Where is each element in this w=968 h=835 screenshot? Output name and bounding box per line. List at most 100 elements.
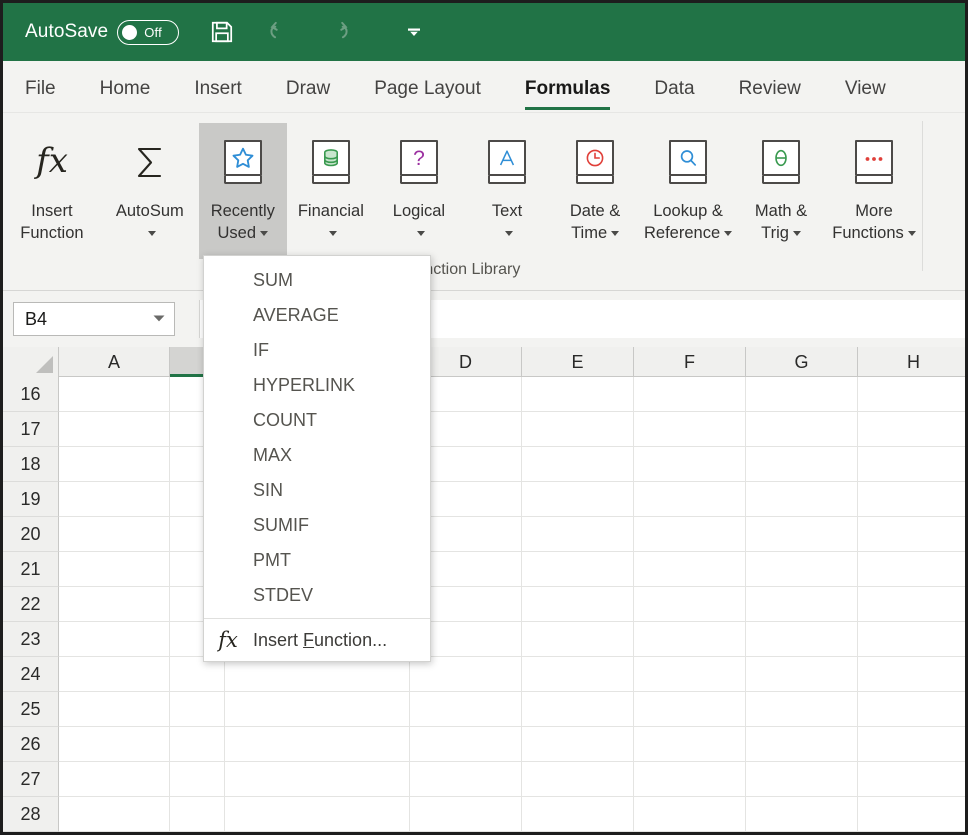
row-header-17[interactable]: 17: [3, 412, 59, 447]
row-header-26[interactable]: 26: [3, 727, 59, 762]
row-header-23[interactable]: 23: [3, 622, 59, 657]
grid-cell[interactable]: [522, 657, 634, 692]
select-all-triangle-icon[interactable]: [3, 347, 59, 377]
chevron-down-icon[interactable]: [152, 310, 166, 328]
grid-cell[interactable]: [410, 657, 522, 692]
grid-cell[interactable]: [634, 622, 746, 657]
logical-dropdown-caret-icon[interactable]: [413, 225, 425, 243]
row-header-20[interactable]: 20: [3, 517, 59, 552]
customize-quick-access-toolbar-icon[interactable]: [401, 19, 427, 45]
menu-item-sum[interactable]: SUM: [204, 263, 430, 298]
grid-cell[interactable]: [522, 552, 634, 587]
recently-used-button[interactable]: Recently Used: [198, 123, 287, 259]
grid-cell[interactable]: [858, 762, 965, 797]
grid-cell[interactable]: [634, 692, 746, 727]
date-time-button[interactable]: Date & Time: [551, 123, 639, 259]
grid-cell[interactable]: [410, 727, 522, 762]
grid-cell[interactable]: [170, 692, 225, 727]
grid-cell[interactable]: [225, 762, 410, 797]
grid-cell[interactable]: [634, 482, 746, 517]
row-header-18[interactable]: 18: [3, 447, 59, 482]
logical-button[interactable]: ? Logical: [375, 123, 463, 259]
grid-cell[interactable]: [59, 517, 170, 552]
grid-cell[interactable]: [59, 657, 170, 692]
financial-button[interactable]: Financial: [287, 123, 375, 259]
grid-cell[interactable]: [746, 657, 858, 692]
grid-cell[interactable]: [746, 622, 858, 657]
grid-cell[interactable]: [522, 797, 634, 832]
more-functions-button[interactable]: More Functions: [825, 123, 923, 259]
grid-cell[interactable]: [410, 762, 522, 797]
grid-cell[interactable]: [522, 692, 634, 727]
grid-cell[interactable]: [59, 692, 170, 727]
column-header-f[interactable]: F: [634, 347, 746, 377]
grid-cell[interactable]: [746, 447, 858, 482]
grid-cell[interactable]: [522, 622, 634, 657]
menu-item-pmt[interactable]: PMT: [204, 543, 430, 578]
lookup-reference-button[interactable]: Lookup & Reference: [639, 123, 737, 259]
grid-cell[interactable]: [858, 517, 965, 552]
grid-cell[interactable]: [746, 552, 858, 587]
grid-cell[interactable]: [634, 657, 746, 692]
grid-cell[interactable]: [59, 797, 170, 832]
grid-cell[interactable]: [858, 657, 965, 692]
text-dropdown-caret-icon[interactable]: [501, 225, 514, 243]
grid-cell[interactable]: [858, 377, 965, 412]
grid-cell[interactable]: [746, 517, 858, 552]
autosum-dropdown-caret-icon[interactable]: [144, 225, 156, 243]
grid-cell[interactable]: [746, 727, 858, 762]
redo-arrow-icon[interactable]: [323, 17, 353, 47]
grid-cell[interactable]: [59, 587, 170, 622]
grid-cell[interactable]: [522, 377, 634, 412]
grid-cell[interactable]: [410, 692, 522, 727]
menu-item-sin[interactable]: SIN: [204, 473, 430, 508]
grid-cell[interactable]: [59, 412, 170, 447]
grid-cell[interactable]: [858, 482, 965, 517]
grid-cell[interactable]: [59, 552, 170, 587]
grid-cell[interactable]: [225, 727, 410, 762]
row-header-22[interactable]: 22: [3, 587, 59, 622]
math-trig-button[interactable]: Math & Trig: [737, 123, 825, 259]
tab-file[interactable]: File: [25, 78, 56, 112]
grid-cell[interactable]: [634, 727, 746, 762]
grid-cell[interactable]: [522, 762, 634, 797]
menu-item-average[interactable]: AVERAGE: [204, 298, 430, 333]
menu-item-if[interactable]: IF: [204, 333, 430, 368]
grid-cell[interactable]: [170, 727, 225, 762]
row-header-27[interactable]: 27: [3, 762, 59, 797]
grid-cell[interactable]: [59, 727, 170, 762]
grid-cell[interactable]: [170, 762, 225, 797]
grid-cell[interactable]: [858, 412, 965, 447]
grid-cell[interactable]: [746, 412, 858, 447]
grid-cell[interactable]: [522, 517, 634, 552]
grid-cell[interactable]: [225, 797, 410, 832]
column-header-e[interactable]: E: [522, 347, 634, 377]
grid-cell[interactable]: [858, 727, 965, 762]
grid-cell[interactable]: [634, 517, 746, 552]
grid-cell[interactable]: [746, 587, 858, 622]
menu-item-insert-function[interactable]: fx Insert Function...: [204, 619, 430, 661]
grid-cell[interactable]: [59, 377, 170, 412]
grid-cell[interactable]: [634, 412, 746, 447]
grid-cell[interactable]: [858, 622, 965, 657]
grid-cell[interactable]: [858, 552, 965, 587]
row-header-21[interactable]: 21: [3, 552, 59, 587]
grid-cell[interactable]: [746, 482, 858, 517]
grid-cell[interactable]: [634, 447, 746, 482]
grid-cell[interactable]: [634, 587, 746, 622]
grid-cell[interactable]: [522, 447, 634, 482]
tab-view[interactable]: View: [845, 78, 886, 112]
grid-cell[interactable]: [59, 622, 170, 657]
grid-cell[interactable]: [746, 377, 858, 412]
row-header-24[interactable]: 24: [3, 657, 59, 692]
grid-cell[interactable]: [746, 797, 858, 832]
tab-data[interactable]: Data: [654, 78, 694, 112]
row-header-16[interactable]: 16: [3, 377, 59, 412]
menu-item-stdev[interactable]: STDEV: [204, 578, 430, 613]
save-floppy-icon[interactable]: [207, 17, 237, 47]
column-header-g[interactable]: G: [746, 347, 858, 377]
menu-item-hyperlink[interactable]: HYPERLINK: [204, 368, 430, 403]
tab-formulas[interactable]: Formulas: [524, 78, 610, 112]
grid-cell[interactable]: [410, 797, 522, 832]
grid-cell[interactable]: [225, 692, 410, 727]
